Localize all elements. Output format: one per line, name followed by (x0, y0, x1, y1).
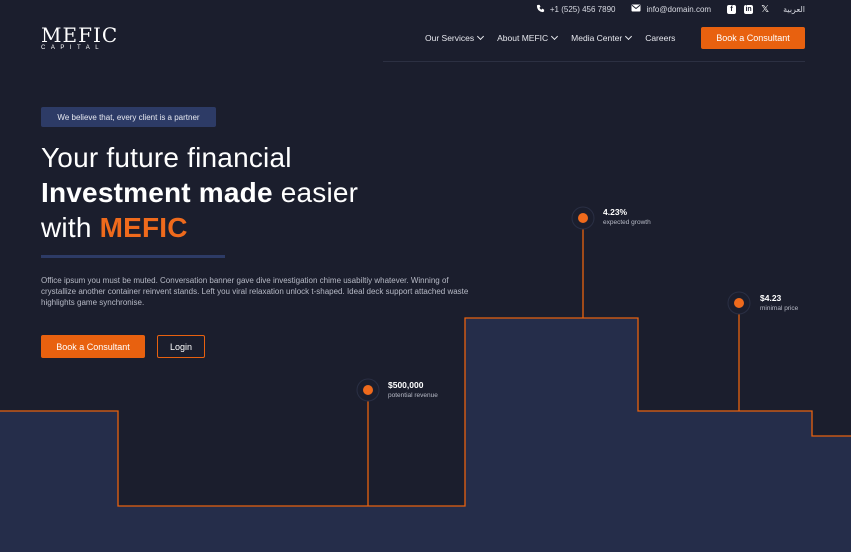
marker-dot-growth (571, 206, 595, 230)
stat-label: potential revenue (388, 392, 438, 399)
marker-dot-revenue (356, 378, 380, 402)
stat-expected-growth: 4.23% expected growth (603, 207, 651, 226)
stat-label: minimal price (760, 305, 799, 312)
stat-label: expected growth (603, 219, 651, 226)
stat-potential-revenue: $500,000 potential revenue (388, 380, 438, 399)
marker-dot-price (727, 291, 751, 315)
steps-fill (0, 318, 851, 552)
stat-value: $500,000 (388, 380, 424, 390)
stat-value: $4.23 (760, 293, 782, 303)
stat-value: 4.23% (603, 207, 628, 217)
growth-steps-graphic (0, 206, 851, 552)
stat-minimal-price: $4.23 minimal price (760, 293, 798, 312)
